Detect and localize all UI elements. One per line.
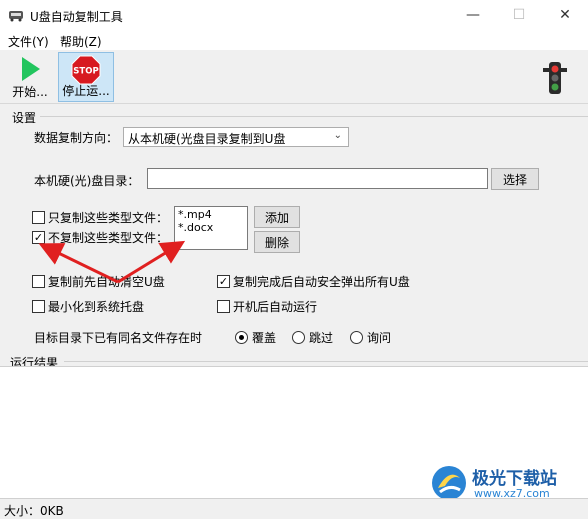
result-divider xyxy=(64,361,588,362)
watermark-site-name: 极光下载站 xyxy=(472,469,557,489)
watermark-logo-icon xyxy=(432,466,466,500)
arrow-to-checkbox xyxy=(38,243,119,284)
status-size: 大小：0KB xyxy=(4,504,64,518)
arrow-to-filetypes xyxy=(117,240,186,284)
status-bar: 大小：0KB xyxy=(0,498,588,518)
